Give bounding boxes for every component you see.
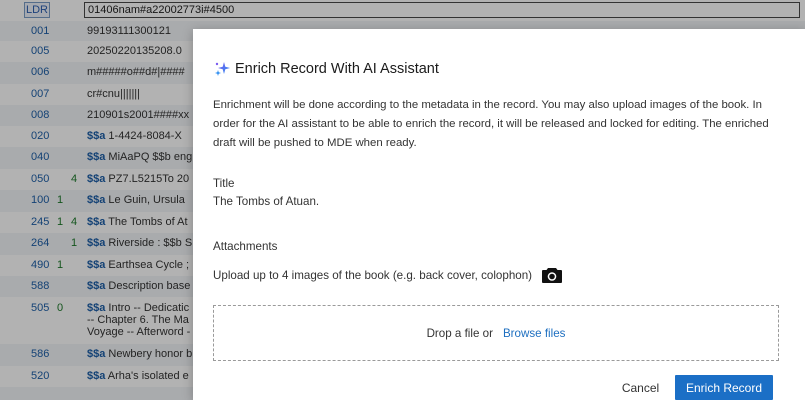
browse-files-link[interactable]: Browse files [503,327,566,340]
file-dropzone[interactable]: Drop a file or Browse files [213,305,779,361]
dialog-description: Enrichment will be done according to the… [213,99,769,149]
upload-hint: Upload up to 4 images of the book (e.g. … [213,268,533,282]
enrich-dialog: Enrich Record With AI Assistant Enrichme… [193,29,805,400]
title-label: Title [213,177,235,190]
dialog-title: Enrich Record With AI Assistant [235,61,439,77]
dialog-header: Enrich Record With AI Assistant [213,59,439,79]
attachments-label: Attachments [213,240,278,253]
dropzone-text: Drop a file or [426,326,493,340]
upload-row: Upload up to 4 images of the book (e.g. … [213,264,563,286]
sparkle-icon [215,62,230,76]
title-value: The Tombs of Atuan. [213,195,320,208]
cancel-button[interactable]: Cancel [615,377,666,399]
camera-icon[interactable] [541,266,563,284]
enrich-record-button[interactable]: Enrich Record [675,375,773,400]
